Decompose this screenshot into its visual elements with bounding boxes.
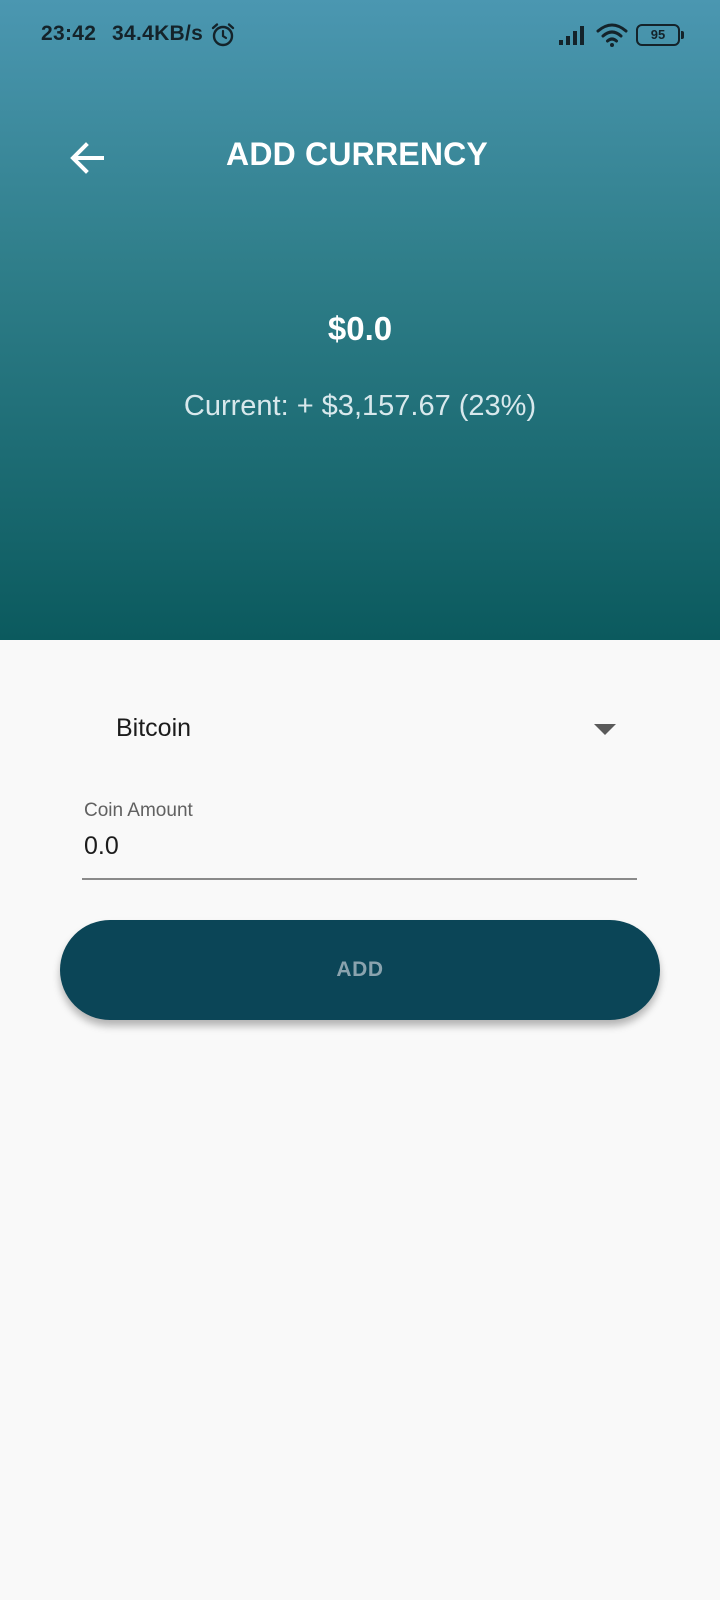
battery-icon: 95 bbox=[636, 24, 684, 46]
signal-icon bbox=[559, 26, 584, 45]
currency-selected-value: Bitcoin bbox=[116, 714, 192, 742]
wifi-icon bbox=[596, 23, 628, 47]
coin-amount-underline bbox=[82, 878, 637, 880]
add-button[interactable]: ADD bbox=[60, 920, 660, 1020]
total-value: $0.0 bbox=[327, 310, 393, 347]
currency-dropdown[interactable]: Bitcoin bbox=[82, 700, 626, 758]
battery-level: 95 bbox=[636, 24, 680, 46]
status-bar: 23:42 34.4KB/s 95 bbox=[0, 0, 720, 72]
status-time: 23:42 bbox=[41, 22, 97, 45]
coin-amount-label: Coin Amount bbox=[84, 800, 193, 821]
coin-amount-field: Coin Amount bbox=[82, 796, 637, 880]
battery-tip bbox=[681, 31, 684, 39]
page-title: ADD CURRENCY bbox=[0, 136, 720, 173]
current-holdings-text: Current: + $3,157.67 (23%) bbox=[183, 390, 537, 422]
alarm-icon bbox=[211, 23, 235, 47]
page-title-text: ADD CURRENCY bbox=[226, 136, 488, 172]
dropdown-arrow-icon bbox=[594, 724, 616, 735]
header-panel: 23:42 34.4KB/s 95 ADD CURRENCY $0.0 Curr… bbox=[0, 0, 720, 640]
coin-amount-input[interactable] bbox=[82, 826, 637, 866]
network-speed: 34.4KB/s bbox=[112, 22, 204, 45]
